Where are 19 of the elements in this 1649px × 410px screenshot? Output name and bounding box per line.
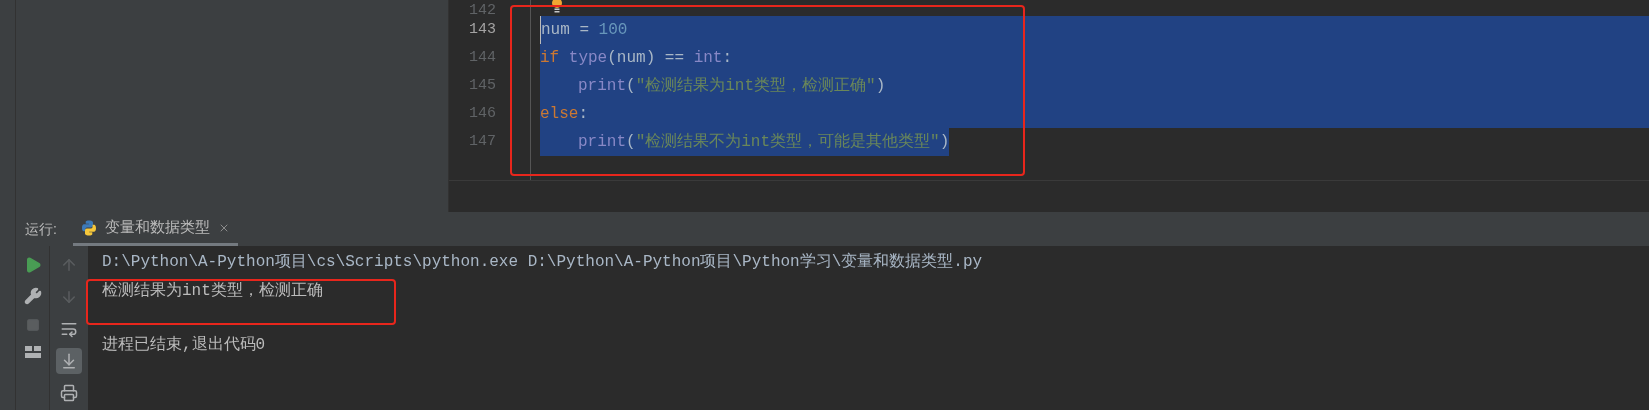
code-line: print("检测结果为int类型，检测正确") xyxy=(578,76,886,97)
console-line: 进程已结束,退出代码0 xyxy=(102,335,266,356)
console-line: D:\Python\A-Python项目\cs\Scripts\python.exe D:\Python\A-Python项目\Python学习\变量和数据类型.py xyxy=(102,251,983,273)
run-label: 运行: xyxy=(25,219,57,239)
lightbulb-icon[interactable] xyxy=(550,0,564,14)
python-icon xyxy=(80,219,97,236)
line-number: 142 xyxy=(469,1,496,21)
layout-icon[interactable] xyxy=(24,345,41,359)
line-number: 144 xyxy=(469,47,496,68)
line-number: 146 xyxy=(469,103,496,124)
line-number: 143 xyxy=(469,19,496,40)
tab-title: 变量和数据类型 xyxy=(104,217,210,238)
wrench-icon[interactable] xyxy=(23,287,42,305)
code-line: if type(num) == int: xyxy=(540,48,733,69)
line-number: 145 xyxy=(469,75,496,96)
line-number: 147 xyxy=(469,131,496,152)
code-line: print("检测结果不为int类型，可能是其他类型") xyxy=(578,132,950,153)
code-line: else: xyxy=(540,104,588,125)
console-line: 检测结果为int类型，检测正确 xyxy=(102,281,323,302)
